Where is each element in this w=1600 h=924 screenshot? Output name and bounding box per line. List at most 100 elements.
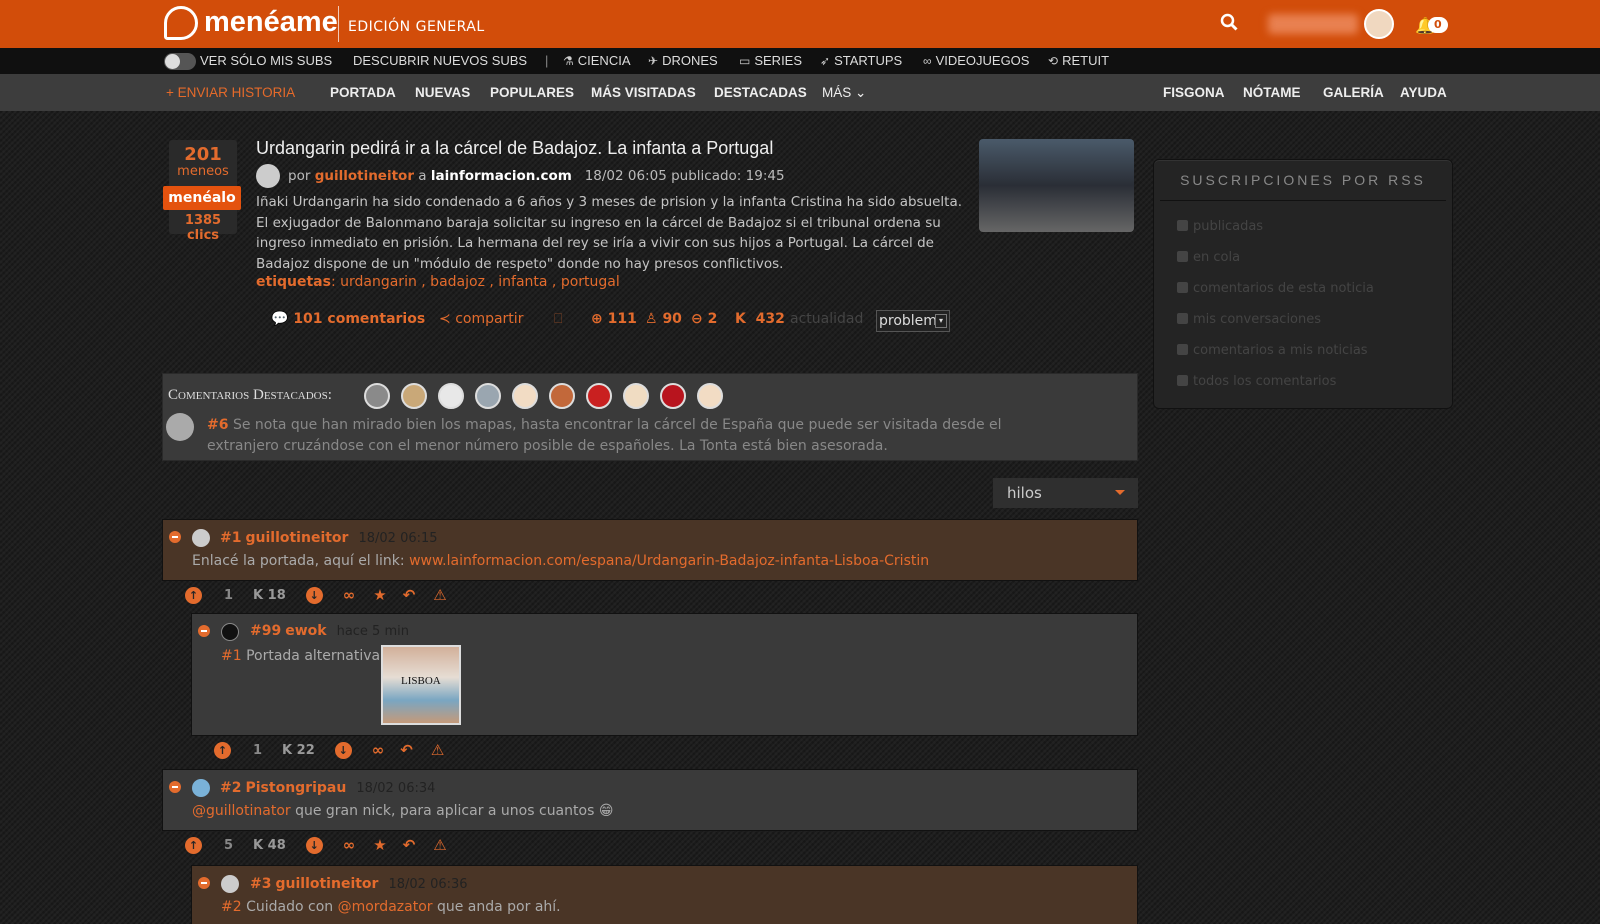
menealo-button[interactable]: menéalo [163, 186, 241, 210]
comment-text: #2 Cuidado con @mordazator que anda por … [221, 899, 561, 915]
comment-ref[interactable]: #2 [221, 899, 242, 915]
collapse-icon[interactable] [198, 877, 210, 889]
sub-drones[interactable]: ✈ DRONES [648, 53, 718, 68]
featured-comment-avatar[interactable] [166, 413, 194, 441]
author-link[interactable]: guillotineitor [315, 168, 414, 184]
comment-number[interactable]: #3 [250, 876, 271, 892]
link-icon[interactable]: ∞ [343, 586, 356, 604]
nav-galeria[interactable]: GALERÍA [1323, 85, 1384, 100]
notification-badge[interactable]: 0 [1428, 17, 1448, 33]
nav-mas-dropdown[interactable]: MÁS ⌄ [822, 85, 866, 101]
sub-startups[interactable]: ➶ STARTUPS [820, 53, 902, 68]
vote-up-icon[interactable]: ↑ [214, 741, 231, 759]
story-title[interactable]: Urdangarin pedirá ir a la cárcel de Bada… [256, 138, 773, 159]
nav-fisgona[interactable]: FISGONA [1163, 85, 1225, 100]
featured-avatar[interactable] [623, 383, 649, 409]
meneame-logo-icon[interactable] [164, 6, 198, 40]
comment-header: #1 guillotineitor 18/02 06:15 [220, 530, 438, 546]
avatar[interactable] [221, 875, 239, 893]
rss-item-comentarios-noticia[interactable]: comentarios de esta noticia [1177, 281, 1374, 296]
comment-user[interactable]: guillotineitor [275, 876, 378, 892]
comment-user[interactable]: guillotineitor [245, 530, 348, 546]
sub-videojuegos[interactable]: ∞ VIDEOJUEGOS [923, 53, 1029, 68]
bookmark-icon[interactable]: ⎕ [554, 311, 562, 327]
edition-label[interactable]: EDICIÓN GENERAL [348, 19, 485, 35]
star-icon[interactable]: ★ [373, 586, 386, 604]
logo-text[interactable]: menéame [204, 6, 338, 39]
author-avatar[interactable] [256, 164, 280, 188]
nav-destacadas[interactable]: DESTACADAS [714, 85, 807, 100]
search-icon[interactable] [1220, 13, 1238, 31]
username-blurred[interactable] [1268, 14, 1358, 34]
subs-toggle-label[interactable]: VER SÓLO MIS SUBS [200, 53, 332, 68]
avatar[interactable] [221, 623, 239, 641]
collapse-icon[interactable] [169, 531, 181, 543]
discover-subs-link[interactable]: DESCUBRIR NUEVOS SUBS [353, 53, 527, 68]
subs-toggle[interactable] [164, 53, 196, 70]
comment-link[interactable]: www.lainformacion.com/espana/Urdangarin-… [409, 553, 929, 569]
sub-name[interactable]: actualidad [790, 311, 863, 327]
featured-avatar[interactable] [512, 383, 538, 409]
link-icon[interactable]: ∞ [343, 836, 356, 854]
featured-avatar[interactable] [586, 383, 612, 409]
comment-ref[interactable]: #1 [221, 648, 242, 664]
nav-populares[interactable]: POPULARES [490, 85, 574, 100]
comments-link[interactable]: 💬 101 comentarios [271, 311, 425, 327]
rss-item-todos-comentarios[interactable]: todos los comentarios [1177, 374, 1336, 389]
user-avatar[interactable] [1364, 9, 1394, 39]
rss-item-comentarios-mis-noticias[interactable]: comentarios a mis noticias [1177, 343, 1368, 358]
link-icon[interactable]: ∞ [372, 741, 385, 759]
domain-link[interactable]: lainformacion.com [431, 168, 572, 184]
share-link[interactable]: ≺ compartir [439, 311, 523, 327]
vote-down-icon[interactable]: ↓ [305, 586, 323, 604]
comment-number[interactable]: #99 [250, 623, 281, 639]
collapse-icon[interactable] [198, 625, 210, 637]
mention-link[interactable]: @guillotinator [192, 803, 291, 819]
featured-avatar[interactable] [364, 383, 390, 409]
vote-down-icon[interactable]: ↓ [305, 836, 323, 854]
send-story-link[interactable]: + ENVIAR HISTORIA [166, 85, 295, 100]
nav-mas-visitadas[interactable]: MÁS VISITADAS [591, 85, 696, 100]
story-thumbnail[interactable] [979, 139, 1134, 232]
tags-list[interactable]: : urdangarin , badajoz , infanta , portu… [331, 274, 620, 290]
comment-number[interactable]: #1 [220, 530, 241, 546]
reply-icon[interactable]: ↶ [403, 836, 416, 854]
vote-down-icon[interactable]: ↓ [334, 741, 352, 759]
rss-item-conversaciones[interactable]: mis conversaciones [1177, 312, 1321, 327]
caret-down-icon[interactable] [1115, 490, 1125, 495]
featured-avatar[interactable] [438, 383, 464, 409]
vote-up-icon[interactable]: ↑ [185, 586, 202, 604]
featured-avatar[interactable] [401, 383, 427, 409]
avatar[interactable] [192, 779, 210, 797]
nav-portada[interactable]: PORTADA [330, 85, 396, 100]
featured-avatar[interactable] [475, 383, 501, 409]
reply-icon[interactable]: ↶ [403, 586, 416, 604]
sub-retuit[interactable]: ⟲ RETUIT [1048, 53, 1109, 68]
sub-ciencia[interactable]: ⚗ CIENCIA [563, 53, 631, 68]
reply-icon[interactable]: ↶ [400, 741, 413, 759]
comment-number[interactable]: #2 [220, 780, 241, 796]
comment-image[interactable]: LISBOA [381, 645, 461, 725]
story-tags: etiquetas: urdangarin , badajoz , infant… [256, 274, 620, 290]
star-icon[interactable]: ★ [373, 836, 386, 854]
nav-ayuda[interactable]: AYUDA [1400, 85, 1447, 100]
avatar[interactable] [192, 529, 210, 547]
report-icon[interactable]: ⚠ [431, 741, 444, 759]
nav-notame[interactable]: NÓTAME [1243, 85, 1301, 100]
report-icon[interactable]: ⚠ [433, 836, 446, 854]
vote-up-icon[interactable]: ↑ [185, 836, 202, 854]
nav-nuevas[interactable]: NUEVAS [415, 85, 470, 100]
rss-item-publicadas[interactable]: publicadas [1177, 219, 1263, 234]
rss-item-en-cola[interactable]: en cola [1177, 250, 1240, 265]
comment-user[interactable]: Pistongripau [245, 780, 346, 796]
mention-link[interactable]: @mordazator [338, 899, 433, 915]
problem-select[interactable]: problem ▾ [876, 310, 950, 332]
collapse-icon[interactable] [169, 781, 181, 793]
featured-avatar[interactable] [697, 383, 723, 409]
featured-avatar[interactable] [549, 383, 575, 409]
sub-series[interactable]: ▭ SERIES [739, 53, 802, 68]
report-icon[interactable]: ⚠ [433, 586, 446, 604]
featured-avatar[interactable] [660, 383, 686, 409]
comment-user[interactable]: ewok [285, 623, 326, 639]
featured-comment-number[interactable]: #6 [207, 417, 228, 433]
